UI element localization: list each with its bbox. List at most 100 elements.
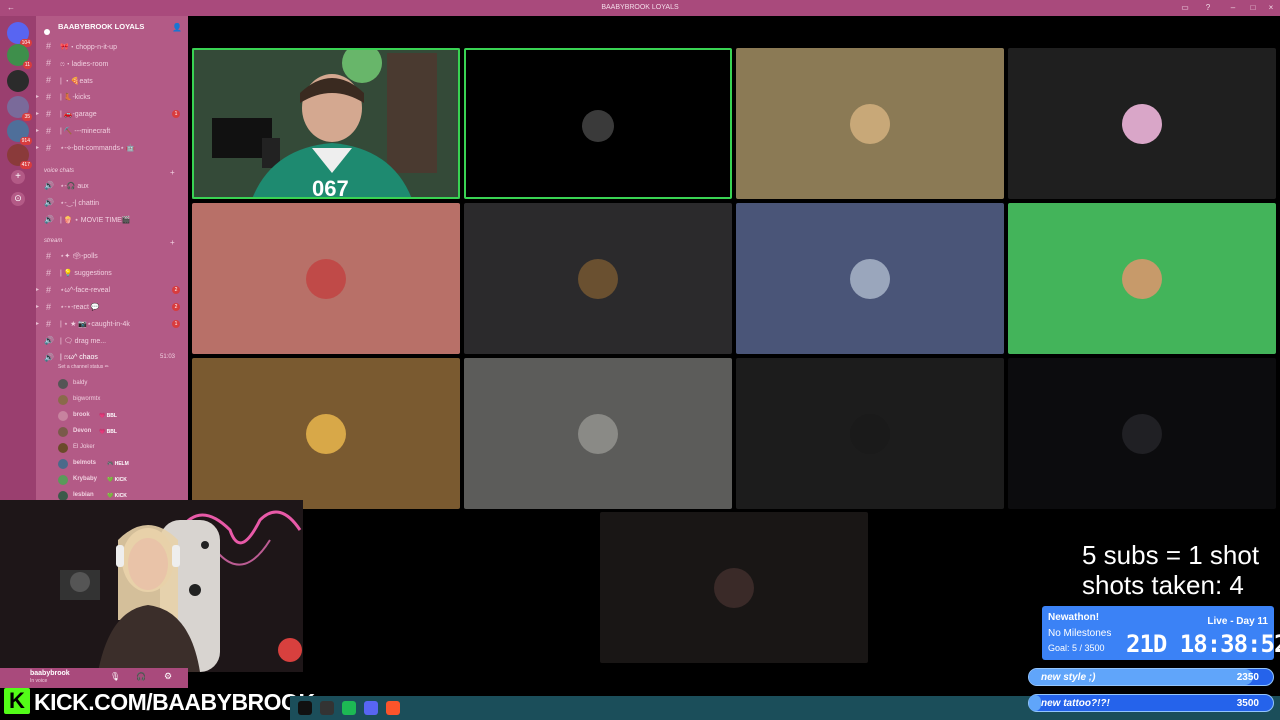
server-icon[interactable] (7, 70, 29, 92)
user-avatar (582, 110, 614, 142)
video-tile[interactable] (1008, 48, 1276, 199)
user-avatar (306, 414, 346, 454)
voice-member[interactable]: Devon 💗 BBL (58, 424, 188, 440)
server-icon[interactable]: 914 (7, 120, 32, 145)
channel-item[interactable]: 🔊 ⋆-🎧 aux (36, 178, 188, 194)
avatar (58, 443, 68, 453)
settings-gear-icon[interactable]: ⚙ (164, 671, 172, 682)
channel-label: ⋆ω^-face-reveal (60, 287, 111, 294)
spotify-icon[interactable] (342, 701, 356, 715)
expand-arrow-icon[interactable]: ▸ (36, 303, 39, 310)
headphones-icon[interactable]: 🎧 (136, 672, 146, 681)
expand-arrow-icon[interactable]: ▸ (36, 286, 39, 293)
invite-people-icon[interactable]: 👤 (172, 23, 182, 32)
channel-status-hint[interactable]: Set a channel status ✏ (58, 364, 109, 370)
maximize-icon[interactable]: □ (1248, 3, 1258, 13)
microphone-icon[interactable]: 🎙 (110, 672, 120, 681)
channel-item[interactable]: # 🎀・chopp-n-it-up (36, 38, 188, 54)
video-tile[interactable] (736, 203, 1004, 354)
voice-timer: 51:03 (160, 354, 176, 360)
video-tile[interactable] (464, 48, 732, 199)
add-channel-icon[interactable]: + (170, 238, 175, 247)
window-title: BAABYBROOK LOYALS (601, 4, 679, 11)
hash-icon: # (46, 92, 52, 102)
add-channel-icon[interactable]: + (170, 168, 175, 177)
subs-rule: 5 subs = 1 shot (1082, 540, 1260, 570)
expand-arrow-icon[interactable]: ▸ (36, 144, 39, 151)
server-icon[interactable]: 35 (7, 96, 32, 121)
minimize-icon[interactable]: – (1228, 3, 1238, 13)
expand-arrow-icon[interactable]: ▸ (36, 320, 39, 327)
goal-bar: new style ;) 2350 (1028, 668, 1274, 686)
voice-member[interactable]: belmots 🎮 HELM (58, 456, 188, 472)
video-tile[interactable] (192, 203, 460, 354)
obs-icon[interactable] (320, 701, 334, 715)
unread-badge: 35 (22, 113, 32, 121)
server-icon[interactable]: 104 (7, 22, 32, 47)
user-avatar (1122, 259, 1162, 299)
channel-item[interactable]: 🔊 | 🍿 ⋆ MOVIE TIME🎬 (36, 212, 188, 228)
voice-member[interactable]: brook 💗 BBL (58, 408, 188, 424)
goal-name: new style ;) (1041, 672, 1096, 683)
voice-member[interactable]: Krybaby 💚 KICK (58, 472, 188, 488)
user-avatar (578, 414, 618, 454)
channel-item[interactable]: ▸ # ⋆ω^-face-reveal 2 (36, 282, 188, 298)
avatar (58, 459, 68, 469)
video-tile[interactable] (464, 358, 732, 509)
hash-icon: # (46, 75, 52, 85)
subathon-timer: 21D 18:38:52 (1126, 630, 1280, 658)
user-status: In voice (30, 678, 48, 684)
video-tile[interactable] (736, 358, 1004, 509)
channel-item[interactable]: ▸ # ⋆-⋆-react 💬 2 (36, 299, 188, 315)
hash-icon: # (46, 268, 52, 278)
category-stream[interactable]: stream + (44, 238, 175, 247)
expand-arrow-icon[interactable]: ▸ (36, 110, 39, 117)
video-tile[interactable] (464, 203, 732, 354)
server-icon[interactable]: 417 (7, 144, 32, 169)
video-tile[interactable] (600, 512, 868, 663)
expand-arrow-icon[interactable]: ▸ (36, 93, 39, 100)
discover-icon[interactable]: ⊙ (11, 192, 25, 206)
video-tile[interactable] (1008, 358, 1276, 509)
channel-item[interactable]: # ⋆✦ 🗳-polls (36, 248, 188, 264)
server-icon[interactable]: 11 (7, 44, 32, 69)
channel-item[interactable]: 🔊 ⋆-‿-| chattin (36, 195, 188, 211)
channel-item[interactable]: # ෆ・ladies-room (36, 55, 188, 71)
video-tile[interactable] (192, 358, 460, 509)
channel-item[interactable]: 🔊 | 🗨 drag me... (36, 333, 188, 349)
inbox-icon[interactable]: ▭ (1180, 3, 1190, 13)
channel-label: | ⋆ ★ 📷⋆caught-in-4k (60, 321, 130, 328)
expand-arrow-icon[interactable]: ▸ (36, 127, 39, 134)
channel-item[interactable]: # | ・🍕eats (36, 72, 188, 88)
channel-item[interactable]: ▸ # | ⋆ ★ 📷⋆caught-in-4k 1 (36, 316, 188, 332)
video-tile[interactable]: 067 (192, 43, 460, 201)
brave-icon[interactable] (386, 701, 400, 715)
voice-member[interactable]: baldy (58, 376, 188, 392)
channel-label: | ⛏️ ---minecraft (60, 128, 111, 135)
channel-label: | ・🍕eats (60, 78, 93, 85)
help-icon[interactable]: ? (1203, 3, 1213, 13)
hash-icon: # (46, 58, 52, 68)
member-tag: 🎮 HELM (107, 461, 129, 467)
channel-sidebar: BAABYBROOK LOYALS 👤 # 🎀・chopp-n-it-up # ෆ・l… (36, 16, 188, 506)
member-name: baldy (73, 380, 88, 386)
member-name: brook (73, 412, 90, 418)
discord-icon[interactable] (364, 701, 378, 715)
unread-badge: 417 (19, 161, 32, 169)
channel-item[interactable]: # | 💡 suggestions (36, 265, 188, 281)
shots-taken: shots taken: 4 (1082, 570, 1244, 600)
video-tile[interactable] (736, 48, 1004, 199)
add-server-icon[interactable]: + (11, 170, 25, 184)
close-icon[interactable]: × (1266, 3, 1276, 13)
voice-member[interactable]: El Joker (58, 440, 188, 456)
channel-item[interactable]: ▸ # ⋆-⟡-bot-commands⋆ 🤖 (36, 140, 188, 156)
voice-member[interactable]: bigwormtx (58, 392, 188, 408)
svg-text:067: 067 (312, 176, 349, 199)
category-voice-chats[interactable]: voice chats + (44, 168, 175, 177)
video-tile[interactable] (1008, 203, 1276, 354)
tiktok-icon[interactable] (298, 701, 312, 715)
channel-item[interactable]: ▸ # | ⛏️ ---minecraft (36, 123, 188, 139)
channel-item[interactable]: ▸ # | 🚗-garage 1 (36, 106, 188, 122)
member-tag: 💗 BBL (99, 429, 117, 435)
channel-item[interactable]: ▸ # | 👢-kicks (36, 89, 188, 105)
